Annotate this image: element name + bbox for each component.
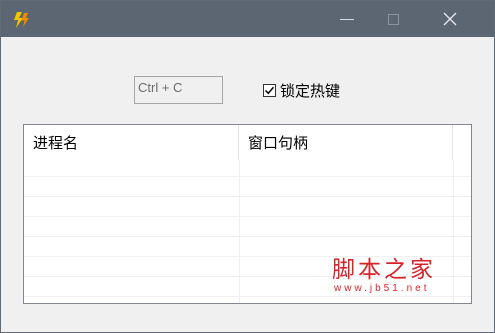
column-header-window-handle[interactable]: 窗口句柄: [239, 125, 453, 160]
watermark-url: www.jb51.net: [334, 283, 430, 294]
grid-row-line: [24, 296, 471, 297]
hotkey-input[interactable]: Ctrl + C: [134, 76, 223, 104]
grid-row-line: [24, 176, 471, 177]
grid-row-line: [24, 196, 471, 197]
grid-column-line: [239, 160, 240, 303]
column-header-filler: [453, 125, 471, 160]
column-header-process-name[interactable]: 进程名: [24, 125, 239, 160]
lock-hotkey-checkbox[interactable]: 锁定热键: [263, 81, 341, 100]
checkbox-box[interactable]: [263, 83, 276, 97]
minimize-icon: [340, 18, 354, 20]
close-icon: [443, 12, 457, 26]
lock-hotkey-label: 锁定热键: [280, 81, 341, 100]
grid-row-line: [24, 236, 471, 237]
title-bar[interactable]: [1, 1, 494, 37]
close-button[interactable]: [427, 1, 473, 37]
minimize-button[interactable]: [324, 1, 370, 37]
lightning-bolt-icon: [13, 11, 33, 29]
maximize-icon: [387, 13, 399, 25]
watermark-logo: 脚本之家 www.jb51.net: [332, 250, 462, 296]
app-window: Ctrl + C 锁定热键 进程名 窗口句柄 脚本之家 www.jb51.net: [0, 0, 495, 333]
checkmark-icon: [264, 86, 275, 94]
watermark-title: 脚本之家: [332, 257, 436, 283]
maximize-button[interactable]: [370, 1, 416, 37]
grid-row-line: [24, 216, 471, 217]
list-header: 进程名 窗口句柄: [24, 125, 471, 160]
